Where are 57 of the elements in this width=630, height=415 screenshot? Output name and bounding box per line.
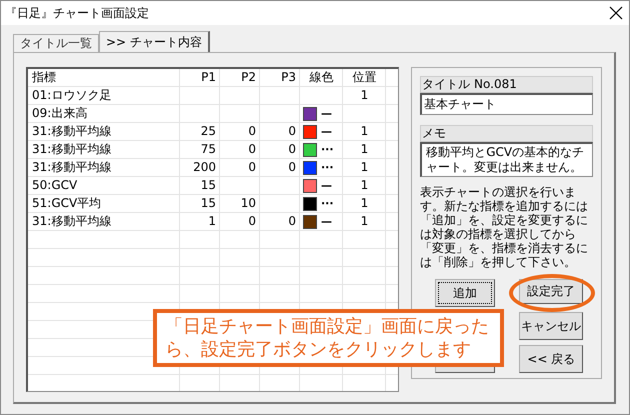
title-field[interactable]: 基本チャート [420,93,593,115]
column-header[interactable]: 指標 [28,69,180,87]
memo-label: メモ [420,125,593,142]
table-cell-text: 1 [360,123,370,140]
table-cell-text: 1 [360,177,370,194]
table-cell-text: 200 [192,159,217,176]
table-cell-text: 31:移動平均線 [31,213,112,230]
table-cell-text: 15 [200,177,217,194]
line-style: — [321,125,332,138]
line-style: ··· [321,143,334,156]
table-cell-text: 1 [360,141,370,158]
column-header[interactable]: P1 [180,69,220,87]
table-cell-text: 75 [200,141,217,158]
table-cell-text: 0 [247,123,257,140]
table-cell-text: 31:移動平均線 [31,123,112,140]
line-style: — [321,215,332,228]
table-cell-text: 0 [247,141,257,158]
title-label: タイトル No.081 [420,76,593,93]
dialog-button[interactable]: キャンセル [519,312,584,340]
table-cell-text: 31:移動平均線 [31,159,112,176]
table-cell-text: 25 [200,123,217,140]
table-cell-text: 50:GCV [31,177,78,194]
table-cell-text: 1 [360,87,370,104]
line-style: — [321,179,332,192]
table-cell-text: 0 [247,159,257,176]
table-cell-text: 31:移動平均線 [31,141,112,158]
add-button[interactable]: 追加 [435,279,496,307]
window-title: 『日足』チャート画面設定 [5,4,149,22]
table-cell-text: 01:ロウソク足 [31,87,112,104]
table-cell-text: 0 [287,123,297,140]
tab[interactable]: >> チャート内容 [99,31,210,52]
description-text: 表示チャートの選択を行います。新たな指標を追加するには「追加」を、設定を変更するには対象の指標を選択してから「変更」を、指標を消去するには「削除」を押して下さい。 [420,185,590,269]
table-cell-text: 0 [287,141,297,158]
table-cell-text: 1 [360,213,370,230]
tab[interactable]: タイトル一覧 [13,34,99,52]
table-cell-text: 0 [287,213,297,230]
column-header[interactable]: 位置 [343,69,386,87]
table-cell-text: 15 [200,195,217,212]
table-cell-text: 51:GCV平均 [31,195,102,212]
table-cell-text: 1 [207,213,217,230]
dialog-button[interactable]: 設定完了 [519,279,584,304]
column-header[interactable]: 線色 [300,69,343,87]
table-cell-text: 0 [287,159,297,176]
dialog-button[interactable]: << 戻る [519,345,584,373]
line-style: ··· [321,197,334,210]
instruction-tooltip: 「日足チャート画面設定」画面に戻ったら、設定完了ボタンをクリックします [153,309,504,367]
table-cell-text: 10 [240,195,257,212]
table-cell-text: 09:出来高 [31,105,88,122]
line-style: — [321,107,332,120]
table-cell-text: 0 [247,213,257,230]
table-cell-text: 1 [360,195,370,212]
column-header[interactable]: P3 [260,69,300,87]
memo-field[interactable]: 移動平均とGCVの基本的なチャート。変更は出来ません。 [420,142,593,177]
close-icon[interactable] [609,6,623,20]
line-style: ··· [321,161,334,174]
table-cell-text: 1 [360,159,370,176]
column-header[interactable]: P2 [220,69,260,87]
